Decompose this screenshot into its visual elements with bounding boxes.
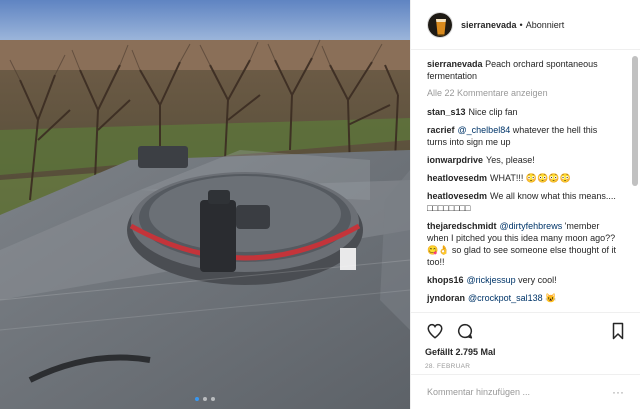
comment-item: ionwarpdrive Yes, please! [427,154,618,166]
comments-list[interactable]: sierranevada Peach orchard spontaneous f… [411,56,630,312]
comment-rows: stan_s13 Nice clip fan racrief @_chelbel84 … [427,106,618,312]
post-sidebar: sierranevada • Abonniert sierranevada Peac… [410,0,640,409]
comment-text: very cool! [515,275,557,285]
post-header: sierranevada • Abonniert [411,0,640,50]
post-photo[interactable] [0,0,410,409]
scrollbar-thumb[interactable] [632,56,638,186]
comment-username[interactable]: jyndoran [427,293,465,303]
carousel-indicator [0,397,410,401]
author-username[interactable]: sierranevada [461,20,517,30]
comment-item: heatlovesedm We all know what this means.… [427,190,618,214]
comment-item: racrief @_chelbel84 whatever the hell thi… [427,124,618,148]
comment-username[interactable]: ionwarpdrive [427,155,483,165]
action-icons [425,319,628,343]
comment-username[interactable]: racrief [427,125,455,135]
action-bar: Gefällt 2.795 Mal 28. FEBRUAR [411,312,640,370]
comment-item: khops16 @rickjessup very cool! [427,274,618,286]
comment-username[interactable]: khops16 [427,275,464,285]
mention-link[interactable]: @rickjessup [467,275,516,285]
comment-text: 😺 [542,293,557,303]
view-all-comments-link[interactable]: Alle 22 Kommentare anzeigen [427,88,618,98]
beer-glass-icon[interactable] [427,11,453,38]
comment-text: WHAT!!! 😳😳😳😳 [490,173,571,183]
carousel-dot[interactable] [211,397,215,401]
comment-text: Nice clip fan [468,107,518,117]
carousel-dot[interactable] [203,397,207,401]
comment-item: jyndoran @crockpot_sal138 😺 [427,292,618,304]
comment-item: thejaredschmidt @dirtyfehbrews 'member wh… [427,220,618,268]
comment-input[interactable] [427,387,606,397]
instagram-post: sierranevada • Abonniert sierranevada Peac… [0,0,640,409]
header-text: sierranevada • Abonniert [461,20,564,30]
likes-count[interactable]: Gefällt 2.795 Mal [425,347,628,357]
post-caption: sierranevada Peach orchard spontaneous f… [427,58,618,82]
comment-username[interactable]: heatlovesedm [427,173,487,183]
comment-username[interactable]: heatlovesedm [427,191,487,201]
mention-link[interactable]: @_chelbel84 [458,125,511,135]
mention-link[interactable]: @crockpot_sal138 [468,293,543,303]
bookmark-icon[interactable] [608,321,628,341]
speech-bubble-icon[interactable] [455,321,475,341]
mention-link[interactable]: @dirtyfehbrews [500,221,563,231]
header-separator: • [519,19,523,30]
comment-item: stan_s13 Nice clip fan [427,106,618,118]
add-comment-bar: ··· [411,374,640,409]
orchard-photo [0,0,410,409]
comment-username[interactable]: thejaredschmidt [427,221,497,231]
heart-icon[interactable] [425,321,445,341]
comment-item: heatlovesedm WHAT!!! 😳😳😳😳 [427,172,618,184]
follow-status[interactable]: Abonniert [526,20,565,30]
comment-text: Yes, please! [486,155,535,165]
more-options-icon[interactable]: ··· [612,385,624,399]
post-date[interactable]: 28. FEBRUAR [425,363,628,370]
comment-username[interactable]: stan_s13 [427,107,466,117]
carousel-dot-active[interactable] [195,397,199,401]
comments-scrollbar[interactable] [632,56,638,312]
caption-username[interactable]: sierranevada [427,59,483,69]
